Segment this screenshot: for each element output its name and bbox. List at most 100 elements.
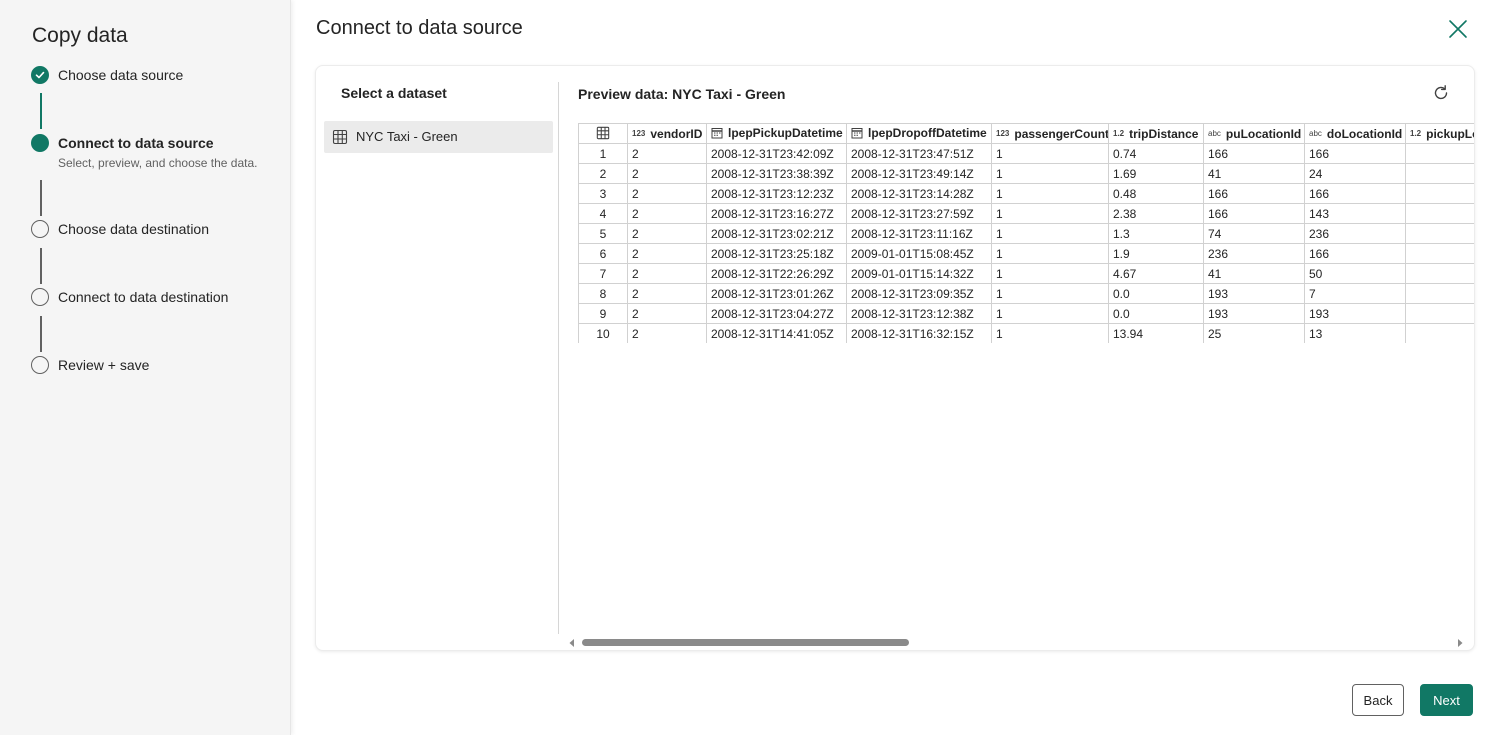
table-cell: 1 [991,263,1109,284]
table-row: 2 2 2008-12-31T23:38:39Z 2008-12-31T23:49:1… [578,163,1474,184]
table-cell [1405,243,1474,264]
step-connector [40,180,42,216]
column-header-dolocationid[interactable]: abc doLocationId [1304,123,1406,144]
table-cell [1405,303,1474,324]
column-header-pulocationid[interactable]: abc puLocationId [1203,123,1305,144]
row-index-cell: 8 [578,283,628,304]
step-label: Choose data source [58,67,184,83]
table-cell: 2 [627,303,707,324]
pending-step-icon [31,220,49,238]
table-cell [1405,183,1474,204]
table-cell: 41 [1203,163,1305,184]
table-cell: 2008-12-31T23:11:16Z [846,223,992,244]
close-icon[interactable] [1446,17,1470,41]
row-index-cell: 5 [578,223,628,244]
table-cell: 2 [627,283,707,304]
table-cell: 2 [627,143,707,164]
table-cell: 2008-12-31T23:47:51Z [846,143,992,164]
row-index-cell: 9 [578,303,628,324]
table-cell: 2 [627,183,707,204]
table-cell [1405,203,1474,224]
pending-step-icon [31,288,49,306]
column-header-pickuplo[interactable]: 1.2 pickupLo [1405,123,1474,144]
table-cell: 1 [991,243,1109,264]
table-cell: 1 [991,203,1109,224]
step-connector [40,248,42,284]
table-cell [1405,163,1474,184]
table-cell: 2008-12-31T23:42:09Z [706,143,847,164]
decimal-type-icon: 1.2 [1113,128,1125,138]
checkmark-icon [31,66,49,84]
row-index-cell: 1 [578,143,628,164]
table-cell: 2 [627,203,707,224]
table-cell: 2008-12-31T23:12:23Z [706,183,847,204]
step-label: Connect to data destination [58,289,229,305]
next-button[interactable]: Next [1420,684,1473,716]
wizard-title: Copy data [32,24,128,47]
table-cell: 2008-12-31T23:01:26Z [706,283,847,304]
table-cell: 2 [627,163,707,184]
refresh-icon[interactable] [1431,83,1451,103]
table-cell: 166 [1304,183,1406,204]
dataset-panel-header: Select a dataset [341,85,447,101]
calendar-icon [851,127,863,142]
preview-table-container[interactable]: 123 vendorID lpepPickupDatetime lpepDropo… [578,123,1474,343]
column-header-lpeppickupdatetime[interactable]: lpepPickupDatetime [706,123,847,144]
table-cell: 74 [1203,223,1305,244]
dataset-item-nyc-taxi-green[interactable]: NYC Taxi - Green [324,121,553,153]
scroll-right-icon[interactable] [1454,636,1466,648]
table-cell: 1 [991,183,1109,204]
column-header-passengercount[interactable]: 123 passengerCount [991,123,1109,144]
table-row: 9 2 2008-12-31T23:04:27Z 2008-12-31T23:12:3… [578,303,1474,324]
page-title: Connect to data source [316,17,523,39]
table-cell: 166 [1203,203,1305,224]
table-cell: 166 [1203,143,1305,164]
table-cell: 166 [1304,243,1406,264]
table-cell: 2008-12-31T22:26:29Z [706,263,847,284]
table-cell: 1 [991,223,1109,244]
preview-title: Preview data: NYC Taxi - Green [578,86,786,102]
table-cell: 2 [627,323,707,343]
table-cell: 193 [1304,303,1406,324]
table-cell: 0.0 [1108,303,1204,324]
table-cell: 2009-01-01T15:14:32Z [846,263,992,284]
back-button[interactable]: Back [1352,684,1404,716]
table-cell: 1.69 [1108,163,1204,184]
table-row: 7 2 2008-12-31T22:26:29Z 2009-01-01T15:14:3… [578,263,1474,284]
table-cell: 0.48 [1108,183,1204,204]
row-index-header [578,123,628,144]
dataset-item-label: NYC Taxi - Green [356,129,458,144]
scrollbar-thumb[interactable] [582,639,909,646]
table-cell: 2008-12-31T23:14:28Z [846,183,992,204]
row-index-cell: 7 [578,263,628,284]
table-cell: 50 [1304,263,1406,284]
step-sublabel: Select, preview, and choose the data. [58,156,258,170]
row-index-cell: 4 [578,203,628,224]
step-label: Connect to data source [58,135,214,151]
table-cell: 4.67 [1108,263,1204,284]
scroll-left-icon[interactable] [566,636,578,648]
step-connector [40,316,42,352]
row-index-cell: 2 [578,163,628,184]
preview-table: 123 vendorID lpepPickupDatetime lpepDropo… [578,123,1474,343]
column-header-tripdistance[interactable]: 1.2 tripDistance [1108,123,1204,144]
table-cell: 2008-12-31T23:25:18Z [706,243,847,264]
table-cell: 193 [1203,283,1305,304]
integer-type-icon: 123 [632,128,646,138]
table-cell: 13 [1304,323,1406,343]
column-header-lpepdropoffdatetime[interactable]: lpepDropoffDatetime [846,123,992,144]
table-cell: 2 [627,223,707,244]
table-cell: 1 [991,303,1109,324]
table-cell: 2008-12-31T23:04:27Z [706,303,847,324]
table-cell: 2008-12-31T23:27:59Z [846,203,992,224]
table-cell: 193 [1203,303,1305,324]
table-cell [1405,223,1474,244]
step-label: Review + save [58,357,150,373]
column-header-vendorid[interactable]: 123 vendorID [627,123,707,144]
table-row: 5 2 2008-12-31T23:02:21Z 2008-12-31T23:11:1… [578,223,1474,244]
integer-type-icon: 123 [996,128,1010,138]
table-row: 1 2 2008-12-31T23:42:09Z 2008-12-31T23:47:5… [578,143,1474,164]
table-cell: 2008-12-31T23:09:35Z [846,283,992,304]
table-cell: 0.0 [1108,283,1204,304]
horizontal-scrollbar[interactable] [566,636,1466,648]
